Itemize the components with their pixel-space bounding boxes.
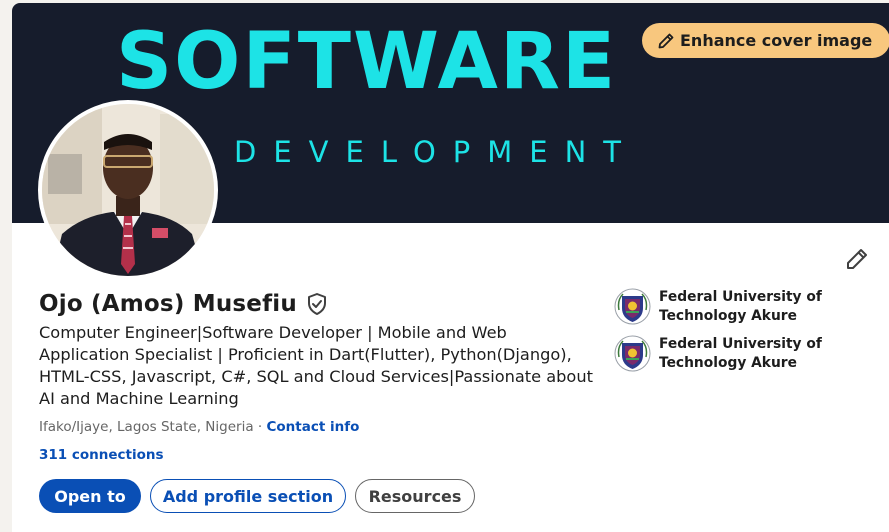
pencil-icon [658, 33, 674, 48]
enhance-cover-label: Enhance cover image [680, 31, 873, 50]
profile-card: SOFTWARE DEVELOPMENT Enhance cover image [12, 3, 889, 532]
contact-info-link[interactable]: Contact info [267, 419, 360, 435]
location-row: Ifako/Ijaye, Lagos State, Nigeria · Cont… [39, 419, 359, 435]
university-crest-icon [614, 335, 651, 372]
education-school-name: Federal University of Technology Akure [659, 336, 822, 371]
profile-headline: Computer Engineer|Software Developer | M… [39, 323, 593, 408]
enhance-cover-button[interactable]: Enhance cover image [642, 23, 889, 58]
open-to-button[interactable]: Open to [39, 479, 141, 513]
cover-subtitle: DEVELOPMENT [234, 135, 639, 169]
name-row: Ojo (Amos) Musefiu [39, 291, 329, 317]
connections-link[interactable]: 311 connections [39, 447, 164, 463]
education-item[interactable]: Federal University of Technology Akure [614, 335, 829, 373]
cover-title: SOFTWARE [116, 17, 618, 107]
university-crest-icon [614, 288, 651, 325]
education-school-name: Federal University of Technology Akure [659, 289, 822, 324]
location-text: Ifako/Ijaye, Lagos State, Nigeria [39, 419, 254, 435]
resources-button[interactable]: Resources [355, 479, 475, 513]
profile-photo-image [42, 104, 214, 276]
profile-actions: Open to Add profile section Resources [39, 479, 475, 513]
verified-shield-icon[interactable] [305, 292, 329, 316]
edit-intro-button[interactable] [842, 244, 872, 274]
education-item[interactable]: Federal University of Technology Akure [614, 288, 829, 326]
pencil-icon [847, 249, 867, 269]
profile-name: Ojo (Amos) Musefiu [39, 291, 297, 317]
separator-dot: · [257, 419, 263, 435]
add-profile-section-button[interactable]: Add profile section [150, 479, 346, 513]
profile-photo[interactable] [38, 100, 218, 280]
